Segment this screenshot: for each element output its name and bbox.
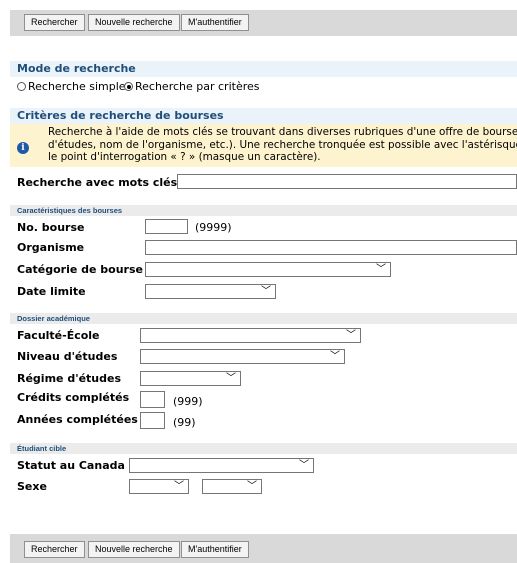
info-line-2: d'études, nom de l'organisme, etc.). Une…	[48, 138, 517, 151]
new-search-button[interactable]: Nouvelle recherche	[88, 14, 180, 31]
login-button[interactable]: M'authentifier	[181, 14, 249, 31]
top-toolbar: Rechercher Nouvelle recherche M'authenti…	[10, 10, 517, 36]
info-text: Recherche à l'aide de mots clés se trouv…	[48, 126, 517, 164]
credits-label: Crédits complétés	[17, 391, 130, 404]
regime-label: Régime d'études	[17, 372, 122, 385]
bourses-section-title: Caractéristiques des bourses	[17, 206, 123, 215]
years-label: Années complétées	[17, 413, 138, 426]
chevron-down-icon: ﹀	[174, 481, 184, 492]
student-section-title: Étudiant cible	[17, 444, 67, 453]
level-select[interactable]: ﹀	[140, 349, 345, 364]
chevron-down-icon: ﹀	[346, 330, 356, 341]
credits-hint: (999)	[173, 395, 203, 408]
bottom-toolbar: Rechercher Nouvelle recherche M'authenti…	[10, 534, 517, 563]
chevron-down-icon: ﹀	[299, 460, 309, 471]
mode-section-title: Mode de recherche	[17, 62, 136, 75]
credits-input[interactable]	[140, 391, 165, 408]
radio-simple-search[interactable]	[17, 82, 26, 91]
info-icon: i	[17, 142, 29, 154]
new-search-button-bottom[interactable]: Nouvelle recherche	[88, 541, 180, 558]
sex-select-2[interactable]: ﹀	[202, 479, 262, 494]
deadline-label: Date limite	[17, 285, 86, 298]
chevron-down-icon: ﹀	[376, 264, 386, 275]
number-input[interactable]	[145, 219, 188, 234]
faculty-select[interactable]: ﹀	[140, 328, 361, 343]
radio-criteria-label: Recherche par critères	[135, 80, 260, 93]
radio-criteria-search[interactable]	[124, 82, 133, 91]
status-label: Statut au Canada	[17, 459, 125, 472]
login-button-bottom[interactable]: M'authentifier	[181, 541, 249, 558]
sex-label: Sexe	[17, 480, 47, 493]
chevron-down-icon: ﹀	[247, 481, 257, 492]
organisme-label: Organisme	[17, 241, 85, 254]
category-select[interactable]: ﹀	[145, 262, 391, 277]
regime-select[interactable]: ﹀	[140, 371, 241, 386]
search-button[interactable]: Rechercher	[24, 14, 85, 31]
organisme-input[interactable]	[145, 240, 517, 255]
number-hint: (9999)	[195, 221, 232, 234]
deadline-select[interactable]: ﹀	[145, 284, 276, 299]
level-label: Niveau d'études	[17, 350, 118, 363]
info-line-1: Recherche à l'aide de mots clés se trouv…	[48, 126, 517, 138]
faculty-label: Faculté-École	[17, 329, 100, 342]
radio-simple-label: Recherche simple	[28, 80, 126, 93]
category-label: Catégorie de bourse	[17, 263, 143, 276]
chevron-down-icon: ﹀	[261, 286, 271, 297]
years-input[interactable]	[140, 412, 165, 429]
chevron-down-icon: ﹀	[226, 373, 236, 384]
info-line-3: le point d'interrogation « ? » (masque u…	[48, 151, 321, 163]
criteria-section-title: Critères de recherche de bourses	[17, 109, 224, 122]
keywords-label: Recherche avec mots clés	[17, 176, 178, 189]
student-section-bar	[10, 443, 517, 454]
academic-section-title: Dossier académique	[17, 314, 90, 323]
search-button-bottom[interactable]: Rechercher	[24, 541, 85, 558]
number-label: No. bourse	[17, 221, 85, 234]
sex-select-1[interactable]: ﹀	[129, 479, 189, 494]
years-hint: (99)	[173, 416, 196, 429]
chevron-down-icon: ﹀	[330, 351, 340, 362]
status-select[interactable]: ﹀	[129, 458, 314, 473]
keywords-input[interactable]	[177, 174, 517, 189]
